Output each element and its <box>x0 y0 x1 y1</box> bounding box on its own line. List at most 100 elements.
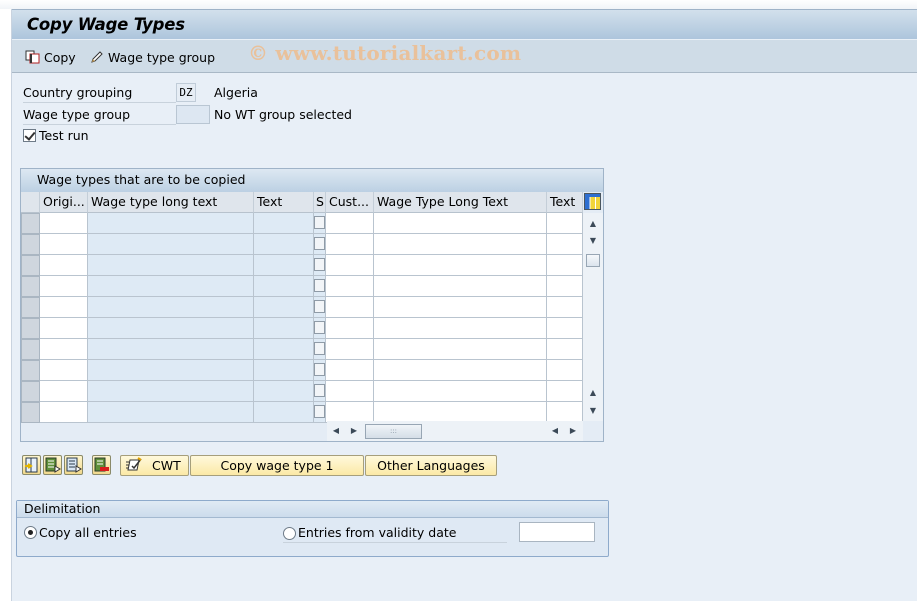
row-selector[interactable] <box>21 276 40 297</box>
table-cell[interactable] <box>88 360 254 381</box>
table-cell[interactable] <box>88 213 254 234</box>
table-cell[interactable] <box>88 297 254 318</box>
scroll-up-icon[interactable]: ▲ <box>585 216 601 231</box>
table-cell[interactable] <box>374 297 547 318</box>
table-cell[interactable] <box>374 402 547 423</box>
select-block-button[interactable] <box>43 455 62 475</box>
table-cell[interactable] <box>40 255 88 276</box>
table-cell[interactable] <box>314 213 326 234</box>
row-checkbox[interactable] <box>314 384 325 397</box>
row-checkbox[interactable] <box>314 258 325 271</box>
copy-button[interactable]: Copy <box>25 48 76 66</box>
scroll-down-icon[interactable]: ▼ <box>585 233 601 248</box>
table-cell[interactable] <box>547 255 583 276</box>
column-header[interactable]: Wage type long text <box>88 192 254 213</box>
row-selector[interactable] <box>21 255 40 276</box>
page-up-icon[interactable]: ▲ <box>585 385 601 400</box>
table-cell[interactable] <box>547 402 583 423</box>
table-cell[interactable] <box>326 339 374 360</box>
table-cell[interactable] <box>40 276 88 297</box>
row-selector[interactable] <box>21 360 40 381</box>
table-cell[interactable] <box>40 381 88 402</box>
row-checkbox[interactable] <box>314 321 325 334</box>
select-all-rows-corner[interactable] <box>21 192 40 213</box>
table-cell[interactable] <box>88 234 254 255</box>
table-cell[interactable] <box>314 255 326 276</box>
table-cell[interactable] <box>40 297 88 318</box>
table-cell[interactable] <box>374 381 547 402</box>
row-checkbox[interactable] <box>314 300 325 313</box>
row-selector[interactable] <box>21 318 40 339</box>
deselect-all-button[interactable] <box>64 455 83 475</box>
table-cell[interactable] <box>374 276 547 297</box>
row-checkbox[interactable] <box>314 363 325 376</box>
delete-row-button[interactable] <box>92 455 111 475</box>
table-cell[interactable] <box>547 318 583 339</box>
table-cell[interactable] <box>314 297 326 318</box>
layout-columns-icon[interactable] <box>584 193 601 210</box>
country-grouping-field[interactable]: DZ <box>176 83 196 102</box>
scroll-right-end-icon[interactable]: ▶ <box>566 424 580 438</box>
vertical-scrollbar[interactable]: ▲ ▼ ▲ ▼ <box>583 213 603 421</box>
scroll-left-icon[interactable]: ◀ <box>329 424 343 438</box>
table-cell[interactable] <box>326 318 374 339</box>
column-header[interactable]: S <box>314 192 326 213</box>
copy-all-entries-option[interactable]: Copy all entries <box>24 525 137 540</box>
select-all-button[interactable] <box>22 455 41 475</box>
table-cell[interactable] <box>547 381 583 402</box>
entries-from-validity-date-radio[interactable] <box>283 527 296 540</box>
row-selector[interactable] <box>21 381 40 402</box>
table-cell[interactable] <box>254 276 314 297</box>
table-cell[interactable] <box>314 234 326 255</box>
table-cell[interactable] <box>547 213 583 234</box>
column-header[interactable]: Cust... <box>326 192 374 213</box>
row-checkbox[interactable] <box>314 237 325 250</box>
table-cell[interactable] <box>326 381 374 402</box>
column-header[interactable]: Text <box>547 192 583 213</box>
table-cell[interactable] <box>314 318 326 339</box>
row-checkbox[interactable] <box>314 342 325 355</box>
column-header[interactable]: Text <box>254 192 314 213</box>
table-cell[interactable] <box>40 402 88 423</box>
table-cell[interactable] <box>374 234 547 255</box>
validity-date-input[interactable] <box>519 522 595 542</box>
table-cell[interactable] <box>254 255 314 276</box>
table-cell[interactable] <box>547 276 583 297</box>
table-cell[interactable] <box>254 360 314 381</box>
page-down-icon[interactable]: ▼ <box>585 403 601 418</box>
table-cell[interactable] <box>254 297 314 318</box>
row-checkbox[interactable] <box>314 216 325 229</box>
table-cell[interactable] <box>40 234 88 255</box>
table-cell[interactable] <box>326 360 374 381</box>
cwt-button[interactable]: CWT <box>120 455 189 476</box>
table-cell[interactable] <box>254 234 314 255</box>
wage-type-group-field[interactable] <box>176 105 210 124</box>
table-cell[interactable] <box>88 402 254 423</box>
table-cell[interactable] <box>374 255 547 276</box>
copy-all-entries-radio[interactable] <box>24 526 37 539</box>
table-cell[interactable] <box>547 234 583 255</box>
test-run-row[interactable]: Test run <box>23 128 89 143</box>
table-cell[interactable] <box>314 381 326 402</box>
wage-type-group-button[interactable]: Wage type group <box>90 48 215 66</box>
table-cell[interactable] <box>374 339 547 360</box>
table-cell[interactable] <box>254 213 314 234</box>
table-cell[interactable] <box>314 402 326 423</box>
table-cell[interactable] <box>326 213 374 234</box>
table-cell[interactable] <box>88 276 254 297</box>
horizontal-scroll-thumb[interactable]: ::: <box>365 424 422 439</box>
vertical-scroll-thumb[interactable] <box>586 254 600 267</box>
test-run-checkbox[interactable] <box>23 129 36 142</box>
table-cell[interactable] <box>40 318 88 339</box>
table-cell[interactable] <box>314 276 326 297</box>
table-cell[interactable] <box>254 402 314 423</box>
table-cell[interactable] <box>88 339 254 360</box>
table-cell[interactable] <box>254 381 314 402</box>
table-cell[interactable] <box>88 255 254 276</box>
row-selector[interactable] <box>21 213 40 234</box>
row-checkbox[interactable] <box>314 405 325 418</box>
table-cell[interactable] <box>88 381 254 402</box>
row-selector[interactable] <box>21 339 40 360</box>
table-cell[interactable] <box>254 318 314 339</box>
table-cell[interactable] <box>547 297 583 318</box>
